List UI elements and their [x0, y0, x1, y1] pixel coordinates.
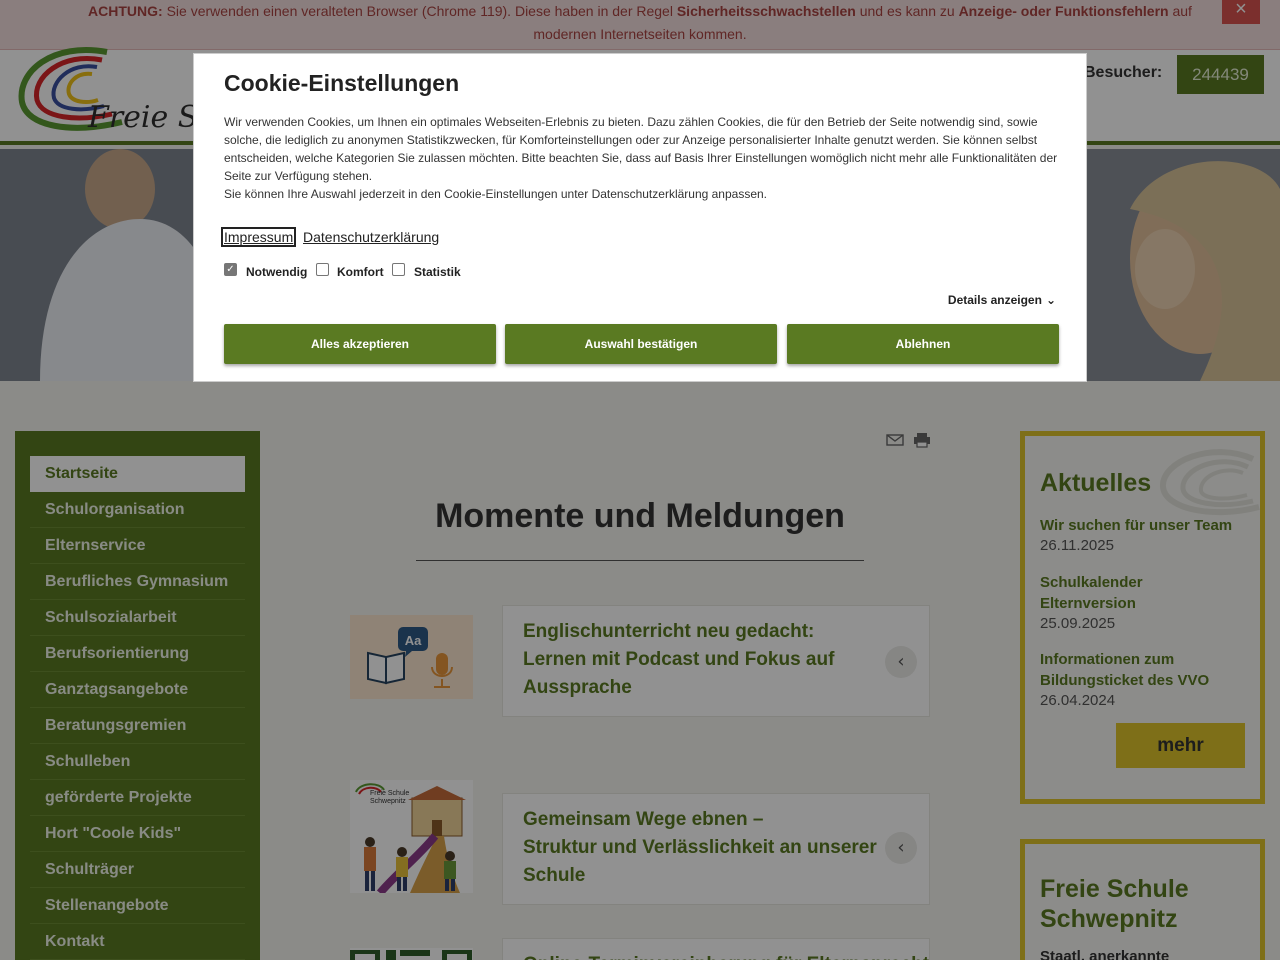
checkbox-notwendig[interactable]: ✓ [224, 263, 237, 276]
cookie-dialog: Cookie-Einstellungen Wir verwenden Cooki… [193, 53, 1087, 382]
datenschutz-link[interactable]: Datenschutzerklärung [303, 229, 439, 245]
cookie-text-paragraph-2: Sie können Ihre Auswahl jederzeit in den… [224, 187, 768, 201]
label-komfort: Komfort [337, 265, 384, 279]
label-notwendig: Notwendig [246, 265, 308, 279]
accept-all-button[interactable]: Alles akzeptieren [224, 324, 496, 364]
impressum-link[interactable]: Impressum [220, 227, 297, 247]
confirm-selection-button[interactable]: Auswahl bestätigen [505, 324, 777, 364]
chevron-down-icon: ⌄ [1045, 293, 1056, 307]
cookie-dialog-title: Cookie-Einstellungen [224, 70, 460, 96]
checkbox-komfort[interactable] [316, 263, 329, 276]
reject-button[interactable]: Ablehnen [787, 324, 1059, 364]
details-label: Details anzeigen [947, 293, 1042, 307]
cookie-text-paragraph-1: Wir verwenden Cookies, um Ihnen ein opti… [224, 115, 1058, 183]
details-toggle[interactable]: Details anzeigen ⌄ [948, 293, 1056, 307]
checkbox-statistik[interactable] [392, 263, 405, 276]
label-statistik: Statistik [414, 265, 461, 279]
cookie-dialog-text: Wir verwenden Cookies, um Ihnen ein opti… [224, 113, 1064, 203]
